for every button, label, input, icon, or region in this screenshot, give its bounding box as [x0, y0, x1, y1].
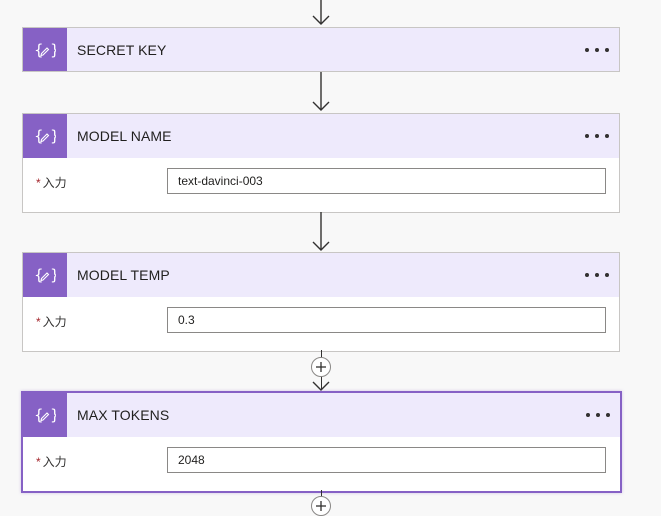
- dot: [596, 413, 600, 417]
- card-title: MAX TOKENS: [77, 407, 170, 423]
- more-options-button[interactable]: [585, 128, 609, 144]
- dot: [595, 47, 599, 52]
- card-title: SECRET KEY: [77, 41, 167, 58]
- card-header[interactable]: {} MAX TOKENS: [23, 393, 620, 437]
- required-marker: *: [36, 455, 41, 469]
- card-body: * 入力 text-davinci-003: [23, 158, 619, 212]
- svg-text:}: }: [50, 41, 56, 59]
- insert-step-button[interactable]: [311, 357, 331, 377]
- arrow-down-icon: [310, 376, 332, 392]
- label-text: 入力: [42, 455, 67, 469]
- input-label: * 入力: [36, 174, 67, 191]
- dot: [606, 413, 610, 417]
- dot: [595, 134, 599, 138]
- svg-text:{: {: [34, 41, 44, 59]
- more-options-button[interactable]: [585, 267, 609, 283]
- variable-icon: {}: [23, 114, 67, 158]
- more-options-button[interactable]: [585, 42, 609, 58]
- required-marker: *: [36, 315, 41, 329]
- arrow-down-icon: [310, 0, 332, 26]
- dot: [586, 413, 590, 417]
- arrow-down-icon: [310, 72, 332, 112]
- insert-step-button[interactable]: [311, 496, 331, 516]
- label-text: 入力: [42, 176, 67, 190]
- arrow-down-icon: [310, 212, 332, 252]
- dot: [595, 273, 599, 277]
- card-body: * 入力 2048: [23, 437, 620, 491]
- more-options-button[interactable]: [586, 407, 610, 423]
- dot: [605, 134, 609, 138]
- value-input[interactable]: 0.3: [167, 307, 606, 333]
- svg-text:{: {: [34, 406, 44, 424]
- action-card-model-name[interactable]: {} MODEL NAME *入力 text-davinci-003: [22, 113, 620, 213]
- required-marker: *: [36, 176, 41, 190]
- value-input[interactable]: 2048: [167, 447, 606, 473]
- input-label: * 入力: [36, 453, 67, 470]
- dot: [585, 47, 589, 52]
- card-title: MODEL NAME: [77, 128, 172, 144]
- variable-icon: {}: [23, 28, 67, 71]
- svg-text:}: }: [50, 266, 56, 284]
- svg-text:}: }: [50, 127, 56, 145]
- svg-text:}: }: [50, 406, 56, 424]
- card-header[interactable]: {} SECRET KEY: [23, 28, 619, 71]
- value-input[interactable]: text-davinci-003: [167, 168, 606, 194]
- input-label: * 入力: [36, 313, 67, 330]
- variable-icon: {}: [23, 253, 67, 297]
- action-card-model-temp[interactable]: {} MODEL TEMP *入力 0.3: [22, 252, 620, 352]
- dot: [605, 273, 609, 277]
- svg-text:{: {: [34, 266, 44, 284]
- plus-icon: [316, 362, 326, 372]
- card-header[interactable]: {} MODEL NAME: [23, 114, 619, 158]
- action-card-max-tokens[interactable]: {} MAX TOKENS *入力 2048: [21, 391, 622, 493]
- action-card-secret-key[interactable]: {} SECRET KEY: [22, 27, 620, 72]
- card-body: * 入力 0.3: [23, 297, 619, 351]
- dot: [585, 273, 589, 277]
- card-title: MODEL TEMP: [77, 267, 170, 283]
- card-header[interactable]: {} MODEL TEMP: [23, 253, 619, 297]
- svg-text:{: {: [34, 127, 44, 145]
- variable-icon: {}: [23, 393, 67, 437]
- dot: [585, 134, 589, 138]
- dot: [605, 47, 609, 52]
- label-text: 入力: [42, 315, 67, 329]
